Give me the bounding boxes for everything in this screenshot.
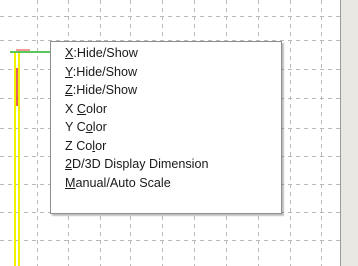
menu-item-y-color[interactable]: Y Color — [51, 118, 281, 137]
menu-item-y-hide-show[interactable]: Y:Hide/Show — [51, 63, 281, 82]
menu-item-x-color[interactable]: X Color — [51, 100, 281, 119]
graph-window: X:Hide/Show Y:Hide/Show Z:Hide/Show X Co… — [0, 0, 358, 266]
menu-item-z-color[interactable]: Z Color — [51, 137, 281, 156]
context-menu: X:Hide/Show Y:Hide/Show Z:Hide/Show X Co… — [50, 41, 282, 214]
menu-item-x-hide-show[interactable]: X:Hide/Show — [51, 44, 281, 63]
menu-item-label: Z Color — [65, 138, 107, 153]
menu-item-label: X Color — [65, 101, 108, 116]
menu-item-label: Y Color — [65, 120, 107, 134]
menu-item-manual-auto-scale[interactable]: Manual/Auto Scale — [51, 174, 281, 193]
menu-item-label: Manual/Auto Scale — [65, 175, 171, 190]
menu-item-z-hide-show[interactable]: Z:Hide/Show — [51, 81, 281, 100]
menu-item-display-dimension[interactable]: 2D/3D Display Dimension — [51, 155, 281, 174]
right-edge-panel — [341, 0, 358, 266]
menu-item-label: X:Hide/Show — [65, 46, 138, 60]
menu-item-label: Y:Hide/Show — [65, 64, 138, 79]
menu-item-label: 2D/3D Display Dimension — [65, 157, 209, 171]
menu-item-label: Z:Hide/Show — [65, 83, 138, 97]
